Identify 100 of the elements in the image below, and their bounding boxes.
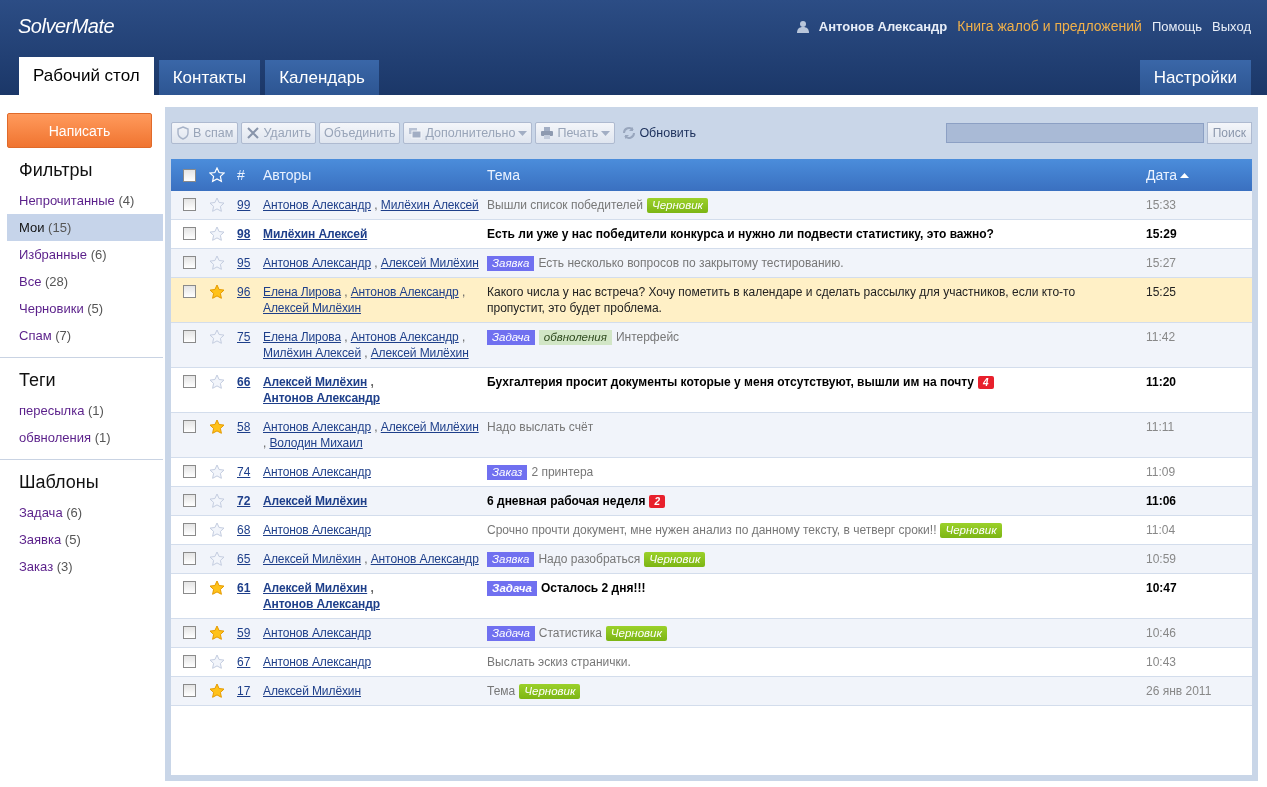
- star-icon[interactable]: [209, 197, 225, 213]
- row-checkbox[interactable]: [183, 655, 196, 668]
- author-link[interactable]: Милёхин Алексей: [263, 346, 361, 360]
- row-checkbox[interactable]: [183, 198, 196, 211]
- author-link[interactable]: Антонов Александр: [263, 626, 372, 640]
- author-link[interactable]: Алексей Милёхин: [263, 301, 361, 315]
- star-icon[interactable]: [209, 464, 225, 480]
- subject-text[interactable]: Осталось 2 дня!!!: [540, 580, 646, 596]
- subject-text[interactable]: Срочно прочти документ, мне нужен анализ по данному тексту, в четверг сроки!!: [487, 522, 937, 538]
- sidebar-item[interactable]: Задача (6): [7, 499, 163, 526]
- nav-tab[interactable]: Контакты: [158, 60, 261, 95]
- subject-text[interactable]: 6 дневная рабочая неделя: [487, 493, 646, 509]
- author-link[interactable]: Алексей Милёхин: [370, 346, 469, 360]
- message-row[interactable]: 58 Антонов Александр , Алексей Милёхин , Володин Михаил Надо выслать счёт 11:11: [171, 413, 1252, 458]
- star-icon[interactable]: [209, 625, 225, 641]
- subject-text[interactable]: Интерфейс: [615, 329, 680, 345]
- message-number[interactable]: 68: [237, 523, 251, 537]
- star-icon[interactable]: [209, 419, 225, 435]
- message-row[interactable]: 72 Алексей Милёхин 6 дневная рабочая неделя 2 11:06: [171, 487, 1252, 516]
- star-icon[interactable]: [209, 522, 225, 538]
- author-link[interactable]: Антонов Александр: [263, 420, 372, 434]
- message-number[interactable]: 58: [237, 420, 251, 434]
- author-link[interactable]: Алексей Милёхин: [263, 684, 361, 698]
- star-icon[interactable]: [209, 255, 225, 271]
- sidebar-item[interactable]: Черновики (5): [7, 295, 163, 322]
- author-link[interactable]: Антонов Александр: [263, 198, 372, 212]
- message-number[interactable]: 72: [237, 494, 251, 508]
- settings-tab[interactable]: Настройки: [1139, 60, 1251, 95]
- author-link[interactable]: Алексей Милёхин: [263, 552, 361, 566]
- search-field[interactable]: [945, 123, 1204, 143]
- row-checkbox[interactable]: [183, 227, 196, 240]
- subject-text[interactable]: Есть несколько вопросов по закрытому тестированию.: [538, 255, 844, 271]
- author-link[interactable]: Антонов Александр: [263, 655, 372, 669]
- message-row[interactable]: 17 Алексей Милёхин Тема Черновик 26 янв 2011: [171, 677, 1252, 706]
- row-checkbox[interactable]: [183, 330, 196, 343]
- subject-text[interactable]: 2 принтера: [531, 464, 594, 480]
- message-number[interactable]: 66: [237, 375, 251, 389]
- author-link[interactable]: Милёхин Алексей: [263, 227, 368, 241]
- author-link[interactable]: Антонов Александр: [263, 256, 372, 270]
- star-icon[interactable]: [209, 654, 225, 670]
- sidebar-item[interactable]: обвноления (1): [7, 424, 163, 451]
- sidebar-item[interactable]: Избранные (6): [7, 241, 163, 268]
- row-checkbox[interactable]: [183, 375, 196, 388]
- subject-text[interactable]: Выслать эскиз странички.: [487, 654, 631, 670]
- row-checkbox[interactable]: [183, 285, 196, 298]
- subject-text[interactable]: Вышли список победителей: [487, 197, 643, 213]
- message-number[interactable]: 17: [237, 684, 251, 698]
- message-number[interactable]: 98: [237, 227, 251, 241]
- message-row[interactable]: 96 Елена Лирова , Антонов Александр , Алексей Милёхин Какого числа у нас встреча? Хочу пометить в календаре и сделать рассылку для участников, если кто-то пропустит, это будет проблема. 15:25: [171, 278, 1252, 323]
- row-checkbox[interactable]: [183, 494, 196, 507]
- row-checkbox[interactable]: [183, 256, 196, 269]
- star-icon[interactable]: [209, 284, 225, 300]
- author-link[interactable]: Володин Михаил: [269, 436, 363, 450]
- sidebar-item[interactable]: Непрочитанные (4): [7, 187, 163, 214]
- subject-text[interactable]: Статистика: [538, 625, 602, 641]
- author-link[interactable]: Антонов Александр: [263, 465, 372, 479]
- message-number[interactable]: 95: [237, 256, 251, 270]
- message-row[interactable]: 95 Антонов Александр , Алексей Милёхин Заявка Есть несколько вопросов по закрытому тестированию. 15:27: [171, 249, 1252, 278]
- star-icon[interactable]: [209, 551, 225, 567]
- sidebar-item[interactable]: Все (28): [7, 268, 163, 295]
- sidebar-item[interactable]: пересылка (1): [7, 397, 163, 424]
- author-link[interactable]: Антонов Александр: [263, 391, 380, 405]
- row-checkbox[interactable]: [183, 552, 196, 565]
- sidebar-item[interactable]: Спам (7): [7, 322, 163, 349]
- message-row[interactable]: 75 Елена Лирова , Антонов Александр , Милёхин Алексей , Алексей Милёхин Задача обвноления Интерфейс 11:42: [171, 323, 1252, 368]
- header-link[interactable]: Выход: [1212, 18, 1251, 34]
- author-link[interactable]: Антонов Александр: [263, 523, 372, 537]
- column-header[interactable]: Авторы: [263, 167, 487, 183]
- subject-text[interactable]: Есть ли уже у нас победители конкурса и нужно ли подвести статистику, это важно?: [487, 226, 994, 242]
- message-number[interactable]: 74: [237, 465, 251, 479]
- header-link[interactable]: Книга жалоб и предложений: [957, 18, 1142, 34]
- author-link[interactable]: Алексей Милёхин: [263, 581, 368, 595]
- toolbar-button[interactable]: Обновить: [618, 122, 700, 144]
- sidebar-item[interactable]: Заявка (5): [7, 526, 163, 553]
- message-row[interactable]: 59 Антонов Александр Задача Статистика Черновик 10:46: [171, 619, 1252, 648]
- star-icon[interactable]: [209, 493, 225, 509]
- subject-text[interactable]: Бухгалтерия просит документы которые у меня отсутствуют, вышли им на почту: [487, 374, 974, 390]
- select-all-checkbox[interactable]: [183, 168, 196, 182]
- logo[interactable]: SolverMate: [18, 14, 115, 38]
- subject-text[interactable]: Какого числа у нас встреча? Хочу пометить в календаре и сделать рассылку для участников, если кто-то пропустит, это будет проблема.: [487, 284, 1130, 316]
- author-link[interactable]: Антонов Александр: [350, 330, 459, 344]
- star-icon[interactable]: [209, 329, 225, 345]
- author-link[interactable]: Алексей Милёхин: [380, 256, 479, 270]
- row-checkbox[interactable]: [183, 465, 196, 478]
- message-number[interactable]: 99: [237, 198, 251, 212]
- row-checkbox[interactable]: [183, 626, 196, 639]
- sidebar-item[interactable]: Мои (15): [7, 214, 163, 241]
- author-link[interactable]: Елена Лирова: [263, 330, 341, 344]
- row-checkbox[interactable]: [183, 581, 196, 594]
- star-icon[interactable]: [209, 580, 225, 596]
- message-number[interactable]: 61: [237, 581, 251, 595]
- header-link[interactable]: Помощь: [1151, 18, 1203, 34]
- column-header[interactable]: Тема: [487, 167, 1146, 183]
- author-link[interactable]: Антонов Александр: [263, 597, 380, 611]
- subject-text[interactable]: Надо разобраться: [538, 551, 641, 567]
- message-number[interactable]: 59: [237, 626, 251, 640]
- message-number[interactable]: 75: [237, 330, 251, 344]
- row-checkbox[interactable]: [183, 420, 196, 433]
- author-link[interactable]: Алексей Милёхин: [263, 494, 368, 508]
- author-link[interactable]: Алексей Милёхин: [263, 375, 368, 389]
